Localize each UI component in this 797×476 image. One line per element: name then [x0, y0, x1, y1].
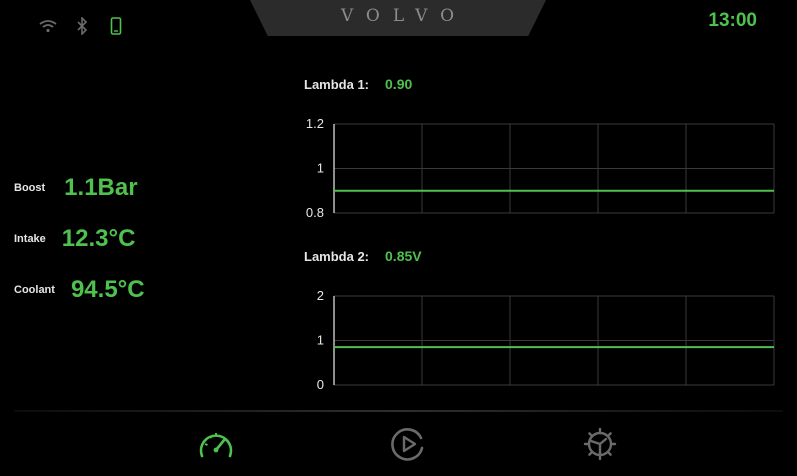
nav-divider: [14, 410, 783, 412]
status-bar: [38, 14, 126, 38]
lambda2-ytick: 1: [317, 333, 324, 348]
nav-gauge-button[interactable]: [196, 424, 236, 464]
lambda1-chart: 1.2 1 0.8: [306, 116, 775, 220]
nav-play-button[interactable]: [388, 424, 428, 464]
lambda2-chart: 2 1 0: [317, 288, 775, 392]
brand-logo-tab: VOLVO: [250, 0, 546, 36]
lambda2-header: Lambda 2: 0.85V: [304, 248, 422, 264]
intake-value: 12.3°C: [61, 225, 136, 252]
lambda1-label: Lambda 1:: [304, 76, 370, 92]
lambda2-value: 0.85V: [385, 248, 422, 264]
boost-value: 1.1Bar: [64, 174, 138, 201]
lambda2-ytick: 0: [317, 377, 324, 392]
bluetooth-icon: [72, 14, 92, 38]
wifi-icon: [38, 14, 58, 38]
brand-logo: VOLVO: [340, 6, 468, 26]
boost-readout: Boost 1.1Bar: [14, 174, 138, 202]
lambda1-value: 0.90: [385, 76, 413, 92]
lambda2-label: Lambda 2:: [304, 248, 370, 264]
intake-readout: Intake 12.3°C: [14, 225, 135, 253]
coolant-value: 94.5°C: [70, 276, 145, 303]
play-icon: [391, 428, 424, 461]
lambda1-ytick: 1: [317, 161, 324, 176]
clock: 13:00: [708, 10, 757, 31]
intake-label: Intake: [14, 233, 46, 245]
lambda1-ytick: 0.8: [306, 205, 324, 220]
coolant-label: Coolant: [14, 284, 55, 296]
lambda1-header: Lambda 1: 0.90: [304, 76, 412, 92]
settings-icon: [583, 427, 617, 461]
lambda1-ytick: 1.2: [306, 116, 324, 131]
gauge-icon: [199, 433, 233, 458]
lambda2-ytick: 2: [317, 288, 324, 303]
nav-settings-button[interactable]: [580, 424, 620, 464]
boost-label: Boost: [14, 182, 46, 194]
phone-icon: [106, 14, 126, 38]
coolant-readout: Coolant 94.5°C: [14, 276, 145, 304]
